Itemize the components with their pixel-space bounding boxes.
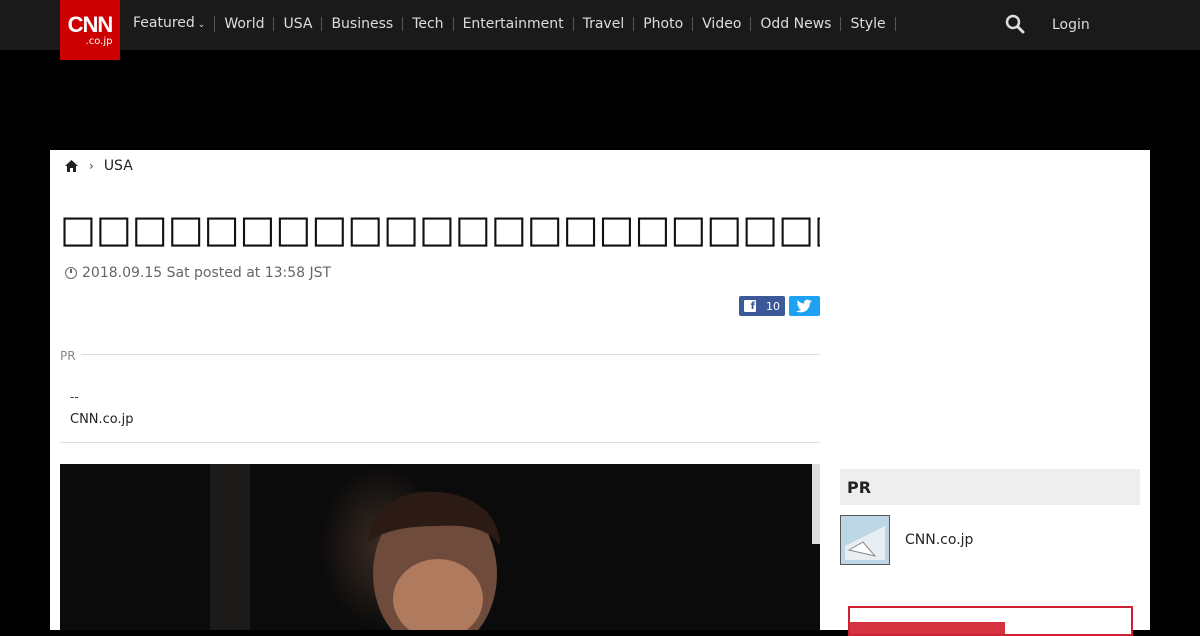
nav-item-entertainment[interactable]: Entertainment — [454, 17, 574, 31]
breadcrumb-section[interactable]: USA — [104, 158, 133, 174]
nav-item-usa[interactable]: USA — [274, 17, 323, 31]
main-nav: Featured ⌄ World USA Business Tech Entert… — [124, 14, 896, 34]
article-photo — [60, 464, 820, 630]
twitter-share-button[interactable] — [789, 296, 820, 316]
top-navigation-bar: CNN .co.jp Featured ⌄ World USA Business … — [0, 0, 1200, 60]
twitter-icon — [795, 299, 812, 313]
nav-item-business[interactable]: Business — [322, 17, 404, 31]
facebook-share-button[interactable]: f 10 — [739, 296, 785, 316]
divider — [60, 442, 820, 443]
ad-bar — [850, 622, 1005, 634]
pr-dash: -- — [70, 390, 79, 404]
pr-link[interactable]: CNN.co.jp — [70, 412, 134, 427]
facebook-share-count: 10 — [766, 299, 780, 313]
sidebar-pr-link[interactable]: CNN.co.jp — [905, 532, 973, 548]
nav-item-photo[interactable]: Photo — [634, 17, 694, 31]
nav-item-odd-news[interactable]: Odd News — [751, 17, 842, 31]
nav-label: Featured — [133, 15, 195, 31]
chevron-down-icon: ⌄ — [197, 20, 206, 30]
logo-domain: .co.jp — [85, 36, 113, 47]
nav-item-travel[interactable]: Travel — [574, 17, 635, 31]
search-icon[interactable] — [1005, 14, 1025, 34]
article-panel: › USA □□□□□□□□□□□□□□□□□□□□□□□□□□□□□□□□□□… — [50, 150, 1150, 636]
divider — [81, 354, 820, 355]
sidebar-ad-banner[interactable] — [848, 606, 1133, 636]
home-icon[interactable] — [65, 160, 78, 172]
nav-item-world[interactable]: World — [215, 17, 275, 31]
clock-icon — [65, 267, 77, 279]
cnn-logo[interactable]: CNN .co.jp — [60, 0, 120, 60]
sidebar-pr-thumbnail[interactable] — [840, 515, 890, 565]
article-headline: □□□□□□□□□□□□□□□□□□□□□□□□□□□□□□□□□□□□□□□ — [60, 207, 820, 251]
article-date: 2018.09.15 Sat posted at 13:58 JST — [65, 265, 331, 281]
chevron-right-icon: › — [89, 159, 94, 173]
sidebar-pr-heading: PR — [840, 469, 1140, 505]
pr-label: PR — [60, 349, 76, 363]
nav-item-video[interactable]: Video — [693, 17, 752, 31]
nav-item-style[interactable]: Style — [841, 17, 896, 31]
logo-text: CNN — [67, 12, 114, 37]
login-link[interactable]: Login — [1052, 17, 1090, 33]
date-text: 2018.09.15 Sat posted at 13:58 JST — [82, 265, 332, 281]
nav-item-featured[interactable]: Featured ⌄ — [124, 15, 216, 32]
breadcrumb: › USA — [65, 158, 133, 174]
facebook-icon: f — [744, 300, 756, 312]
nav-item-tech[interactable]: Tech — [403, 17, 454, 31]
